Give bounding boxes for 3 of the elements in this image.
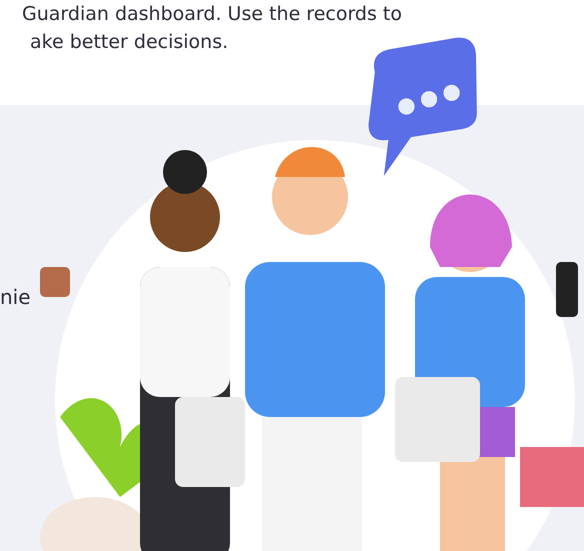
intro-text: Guardian dashboard. Use the records to xyxy=(22,2,402,27)
body-text: nie xyxy=(0,285,31,309)
intro-text: ake better decisions. xyxy=(30,30,228,55)
